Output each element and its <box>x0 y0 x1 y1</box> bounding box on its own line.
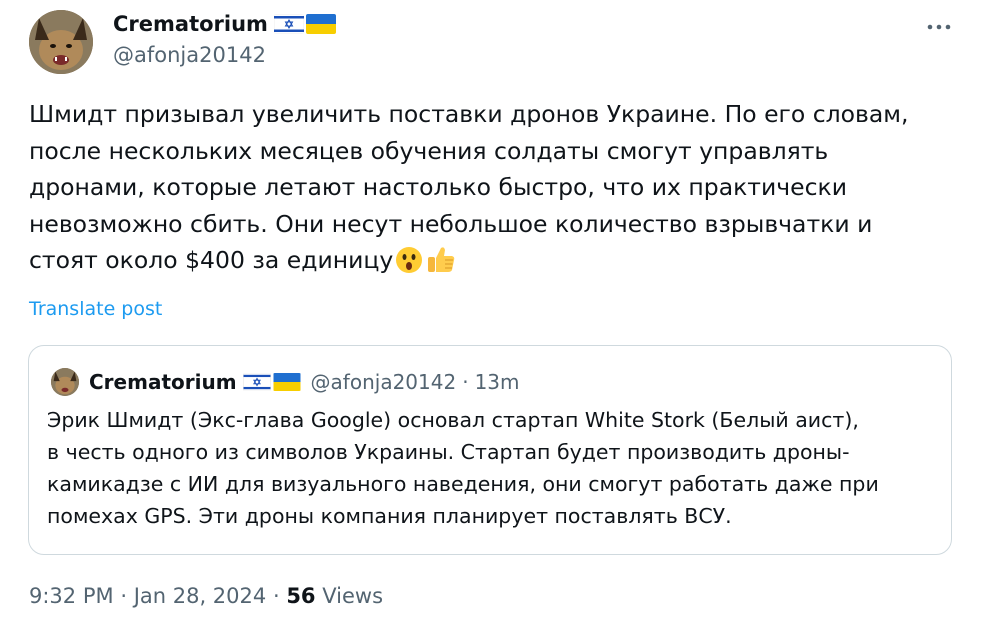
quoted-post-header: Crematorium @afonja20142 · 13m <box>51 368 520 396</box>
astonished-face-icon <box>395 246 423 285</box>
author-name-line: Crematorium <box>113 10 336 38</box>
quoted-post-text: Эрик Шмидт (Экс-глава Google) основал ст… <box>47 404 937 532</box>
author-avatar[interactable] <box>29 10 93 74</box>
translate-post-link[interactable]: Translate post <box>29 298 162 320</box>
quoted-author-avatar <box>51 368 79 396</box>
quoted-text-line: Эрик Шмидт (Экс-глава Google) основал ст… <box>47 408 859 432</box>
quoted-text-line: камикадзе с ИИ для визуального наведения… <box>47 472 879 496</box>
post-text-line: невозможно сбить. Они несут небольшое ко… <box>29 209 873 238</box>
israel-flag-icon <box>273 14 304 34</box>
post-text-line-last: стоят около $400 за единицу <box>29 242 959 285</box>
author-name[interactable]: Crematorium <box>113 12 268 36</box>
post-text: Шмидт призывал увеличить поставки дронов… <box>29 96 959 285</box>
more-dots-icon <box>927 24 951 30</box>
ukraine-flag-icon <box>273 373 301 391</box>
thumbs-up-icon <box>425 244 457 285</box>
views-count: 56 <box>286 584 316 608</box>
post-text-line: стоят около $400 за единицу <box>29 246 394 274</box>
quoted-text-line: в честь одного из символов Украины. Стар… <box>47 440 850 464</box>
post-text-line: Шмидт призывал увеличить поставки дронов… <box>29 100 909 128</box>
post-time[interactable]: 9:32 PM <box>29 584 114 608</box>
quoted-author-handle: @afonja20142 <box>310 370 457 394</box>
author-handle[interactable]: @afonja20142 <box>113 43 266 67</box>
more-options-button[interactable] <box>926 16 952 38</box>
post-text-line: после нескольких месяцев обучения солдат… <box>29 136 829 165</box>
quoted-text-line: помехах GPS. Эти дроны компания планируе… <box>47 504 732 528</box>
israel-flag-icon <box>242 373 271 391</box>
quoted-post-card[interactable]: Crematorium @afonja20142 · 13m Эрик Шмид… <box>28 345 952 555</box>
ukraine-flag-icon <box>305 14 336 34</box>
caracal-avatar-icon <box>51 368 79 396</box>
quoted-post-time: 13m <box>474 370 520 394</box>
post-meta: 9:32 PM · Jan 28, 2024 · 56 Views <box>29 584 383 608</box>
separator-dot: · <box>120 584 127 608</box>
caracal-avatar-icon <box>29 10 93 74</box>
separator-dot: · <box>462 370 469 394</box>
quoted-author-name: Crematorium <box>89 370 237 394</box>
separator-dot: · <box>272 584 280 608</box>
views-label: Views <box>322 584 384 608</box>
post-date[interactable]: Jan 28, 2024 <box>134 584 267 608</box>
post-text-line: дронами, которые летают настолько быстро… <box>29 173 847 201</box>
